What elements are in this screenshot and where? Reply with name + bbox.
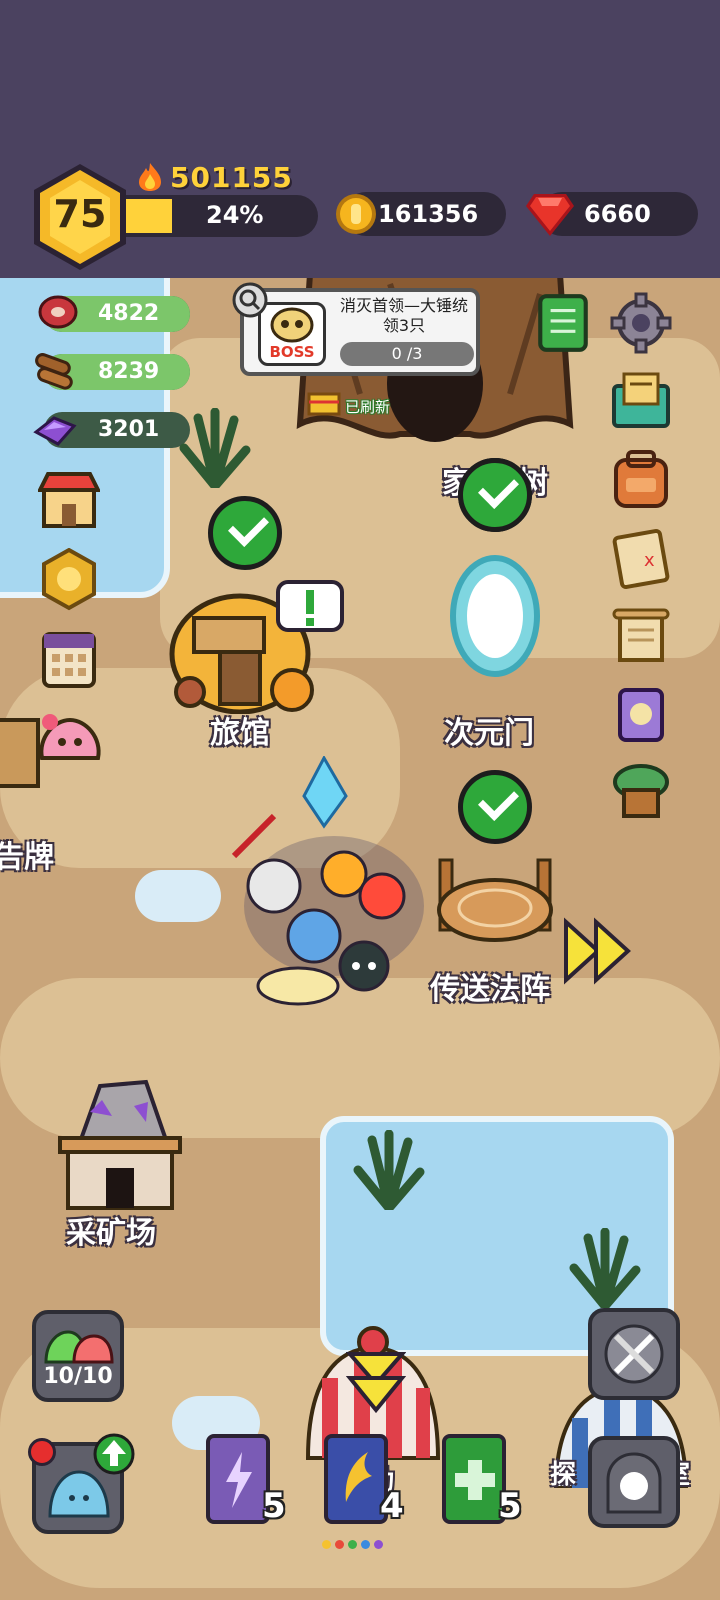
- scroll-icon[interactable]: [610, 604, 672, 666]
- pink-slime-icon[interactable]: [34, 698, 106, 768]
- dot: [348, 1540, 357, 1549]
- down-arrow-indicator: [346, 1352, 406, 1414]
- signboard-label: 告牌: [0, 840, 54, 875]
- slime-count: 10/10: [43, 1364, 113, 1389]
- plant-decoration: [569, 1228, 641, 1308]
- meat-value: 4822: [98, 301, 160, 326]
- upgrade-arrow-icon: [93, 1433, 135, 1475]
- plant-decoration: [179, 408, 251, 488]
- shop-icon[interactable]: [38, 470, 100, 530]
- tree-house-icon[interactable]: [610, 760, 672, 822]
- dot: [374, 1540, 383, 1549]
- quest-title: 消灭首领—大锤统领3只: [339, 296, 468, 335]
- mine-label: 采矿场: [66, 1216, 156, 1251]
- teleport-check: [458, 770, 532, 844]
- dot: [322, 1540, 331, 1549]
- gear-icon[interactable]: [610, 292, 672, 354]
- svg-text:x: x: [644, 550, 655, 571]
- slime-pair-icon: [44, 1330, 114, 1364]
- mine-building[interactable]: [50, 1072, 190, 1222]
- gem-value: 6660: [584, 200, 651, 228]
- wing-book-count: 4: [380, 1486, 404, 1526]
- meat-icon: [38, 295, 78, 329]
- wood-value: 8239: [98, 359, 160, 384]
- skull-icon: [270, 307, 314, 343]
- fast-forward-icon[interactable]: [562, 916, 634, 986]
- page-dots: [322, 1540, 383, 1549]
- refreshed-label: 已刷新: [345, 398, 391, 416]
- dot: [335, 1540, 344, 1549]
- mail-icon[interactable]: [610, 370, 672, 432]
- portal-stone-button[interactable]: [588, 1436, 680, 1528]
- notification-dot: [28, 1438, 56, 1466]
- signboard[interactable]: [0, 718, 40, 788]
- player-level-badge[interactable]: 75: [30, 162, 130, 272]
- rank-medal-icon[interactable]: [38, 548, 100, 612]
- magnifier-icon[interactable]: [232, 282, 268, 318]
- town-map: 家 树 4822 8239 3201 BOSS 消灭首领—大锤统领3只 0 /3…: [0, 278, 720, 1600]
- slime-merge-button[interactable]: 10/10: [32, 1310, 124, 1402]
- combat-power: 501155: [136, 160, 293, 194]
- gold-value: 161356: [378, 200, 479, 228]
- lightning-book-count: 5: [262, 1486, 286, 1526]
- crossed-swords-icon: [604, 1324, 664, 1384]
- exclamation-bubble-icon[interactable]: [274, 578, 346, 640]
- inn-label: 旅馆: [210, 716, 270, 751]
- puddle: [135, 870, 221, 922]
- battle-button[interactable]: [588, 1308, 680, 1400]
- gold-coin-icon: [336, 194, 376, 234]
- xp-bar: 24%: [126, 195, 318, 237]
- backpack-icon[interactable]: [610, 448, 672, 510]
- portal-label: 次元门: [444, 716, 534, 751]
- teleport-label: 传送法阵: [430, 972, 550, 1007]
- power-value: 501155: [170, 160, 293, 194]
- calendar-icon[interactable]: [38, 626, 100, 690]
- boss-badge: BOSS: [269, 343, 315, 361]
- purple-ore-icon: [33, 416, 77, 446]
- quest-progress: 0 /3: [340, 342, 474, 366]
- treasure-map-icon[interactable]: x: [610, 528, 672, 590]
- explore-label: 探: [550, 1460, 577, 1490]
- xp-percent: 24%: [206, 201, 264, 229]
- teleport-array[interactable]: [430, 854, 560, 954]
- heal-book-count: 5: [498, 1486, 522, 1526]
- plant-decoration: [353, 1130, 425, 1210]
- inn-check: [208, 496, 282, 570]
- dot: [361, 1540, 370, 1549]
- red-gem-icon: [526, 194, 574, 236]
- stone-gate-icon: [606, 1452, 662, 1514]
- boss-portrait: BOSS: [258, 302, 326, 366]
- level-number: 75: [53, 192, 107, 236]
- top-status-bar: 75 501155 24% 161356 6660: [0, 0, 720, 278]
- xp-bar-fill: [126, 199, 172, 233]
- hero-party[interactable]: [214, 756, 444, 1016]
- dimension-portal[interactable]: [448, 550, 542, 680]
- wood-log-icon: [35, 353, 73, 390]
- gate-icon: [307, 392, 341, 416]
- ore-value: 3201: [98, 417, 160, 442]
- flame-icon: [139, 163, 161, 191]
- quest-book-icon[interactable]: [532, 292, 594, 354]
- quest-card[interactable]: BOSS 消灭首领—大锤统领3只 0 /3: [240, 288, 480, 376]
- skull-card-icon[interactable]: [610, 682, 672, 744]
- portal-check: [458, 458, 532, 532]
